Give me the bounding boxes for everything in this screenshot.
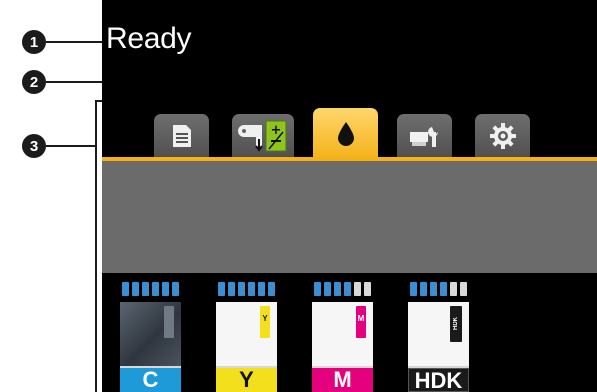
cartridge-strip (164, 306, 174, 338)
cartridge-strip-label: M (357, 314, 365, 323)
content-panel (102, 161, 597, 273)
ink-cartridge-c: C (114, 282, 187, 392)
print-queue-icon (172, 125, 191, 147)
ink-level-indicator (407, 282, 470, 298)
cartridge-strip: M (356, 306, 366, 338)
tab-ink[interactable] (313, 108, 378, 160)
ink-level-segment (228, 282, 235, 296)
ink-level-segment (258, 282, 265, 296)
cartridge-strip: HDK (450, 306, 462, 342)
ink-level-segment (238, 282, 245, 296)
cartridge-body: HDK (408, 302, 469, 368)
callout-3: 3 (22, 134, 46, 158)
ink-cartridge-y: Y Y (210, 282, 283, 392)
ink-level-segment (450, 282, 457, 296)
cartridge-strip-label: HDK (453, 317, 459, 331)
media-feed-adjust-icon: + (238, 120, 287, 152)
callout-2: 2 (22, 70, 46, 94)
ink-level-segment (334, 282, 341, 296)
tab-settings[interactable] (475, 114, 530, 158)
cartridge-body (120, 302, 181, 368)
ink-level-segment (354, 282, 361, 296)
cartridge-body: M (312, 302, 373, 368)
ink-label: C (120, 368, 181, 392)
maintenance-icon (409, 127, 438, 147)
ink-level-indicator (215, 282, 278, 298)
callout-3-bracket-vertical (95, 100, 97, 392)
ink-level-segment (132, 282, 139, 296)
ink-level-segment (248, 282, 255, 296)
cartridge-strip: Y (260, 306, 270, 338)
ink-level-segment (268, 282, 275, 296)
ink-level-segment (364, 282, 371, 296)
tab-media-feed[interactable]: + (232, 114, 294, 158)
ink-cartridge-hdk: HDK HDK (402, 282, 475, 392)
ink-level-segment (162, 282, 169, 296)
control-panel-screen: Ready + C Y Y M M HDK HDK (102, 0, 597, 392)
ink-level-segment (218, 282, 225, 296)
ink-level-segment (420, 282, 427, 296)
tab-maintenance[interactable] (397, 114, 452, 158)
ink-level-segment (142, 282, 149, 296)
ink-level-segment (410, 282, 417, 296)
ink-level-segment (344, 282, 351, 296)
ink-level-segment (324, 282, 331, 296)
ink-cartridge-m: M M (306, 282, 379, 392)
tab-print-queue[interactable] (154, 114, 209, 158)
ink-level-indicator (119, 282, 182, 298)
ink-level-indicator (311, 282, 374, 298)
ink-drop-icon (337, 122, 354, 146)
ink-level-segment (152, 282, 159, 296)
ink-label: HDK (408, 368, 469, 392)
ink-level-segment (460, 282, 467, 296)
ink-level-segment (172, 282, 179, 296)
callout-1-line (46, 41, 108, 43)
cartridge-body: Y (216, 302, 277, 368)
status-message: Ready (106, 22, 192, 55)
ink-level-segment (430, 282, 437, 296)
ink-label: M (312, 368, 373, 392)
settings-gear-icon (489, 123, 516, 149)
ink-label: Y (216, 368, 277, 392)
cartridge-strip-label: Y (262, 314, 268, 323)
ink-level-segment (122, 282, 129, 296)
ink-level-segment (440, 282, 447, 296)
callout-1: 1 (22, 30, 46, 54)
callout-3-line (46, 145, 96, 147)
ink-level-segment (314, 282, 321, 296)
